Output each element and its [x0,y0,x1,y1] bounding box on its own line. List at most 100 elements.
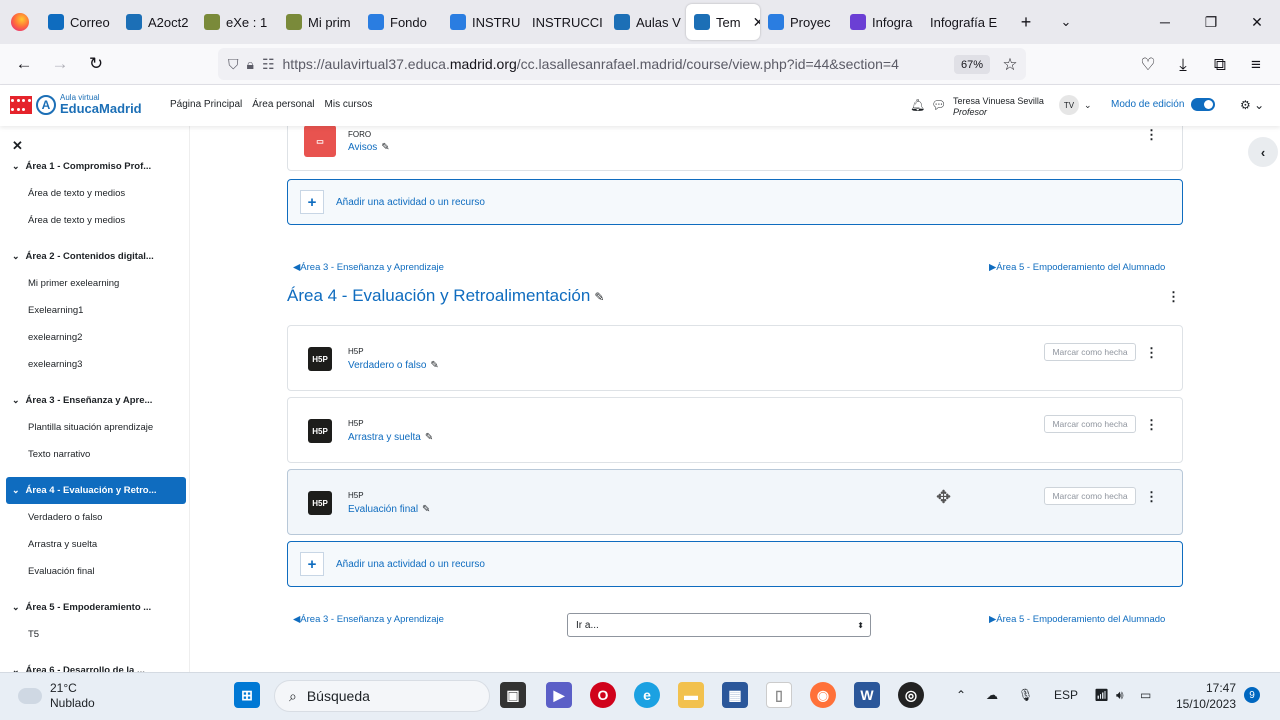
firefox-icon[interactable]: ◉ [810,682,836,708]
edit-pencil-icon[interactable]: ✎ [430,360,438,371]
sidebar-item[interactable]: Texto narrativo [0,441,189,468]
language-indicator[interactable]: ESP [1054,688,1078,702]
browser-tab[interactable]: INSTRU [442,4,524,40]
sidebar-section[interactable]: ⌄ Área 3 - Enseñanza y Apre... [0,387,189,414]
show-hidden-icons-chevron-icon[interactable]: ⌃ [956,688,966,702]
activity-link[interactable]: Evaluación final ✎ [348,504,430,515]
chevron-down-icon[interactable]: ⌄ [12,395,20,406]
battery-icon[interactable]: ▭ [1140,688,1151,702]
chevron-down-icon[interactable]: ⌄ [12,161,20,172]
teams-icon[interactable]: ▶ [546,682,572,708]
sidebar-section[interactable]: ⌄ Área 4 - Evaluación y Retro... [6,477,186,504]
reload-icon[interactable]: ↻ [78,48,114,80]
url-bar[interactable]: ⛉ 🔒︎ ☷ https://aulavirtual37.educa.madri… [218,48,1026,80]
notepad-icon[interactable]: ▯ [766,682,792,708]
sidebar-section[interactable]: ⌄ Área 6 - Desarrollo de la ... [0,657,189,672]
onedrive-cloud-icon[interactable]: ☁ [986,688,998,702]
sidebar-item[interactable]: Arrastra y suelta [0,531,189,558]
lock-icon[interactable]: 🔒︎ [247,56,254,73]
user-menu[interactable]: Teresa Vinuesa Sevilla Profesor [953,96,1044,118]
activity-menu-icon[interactable]: ⋮ [1145,417,1158,433]
extensions-icon[interactable]: ⧉ [1202,49,1238,81]
sidebar-item[interactable]: exelearning2 [0,324,189,351]
browser-tab[interactable]: Infogra [842,4,922,40]
messages-icon[interactable]: 💬︎ [931,98,946,112]
edge-icon[interactable]: e [634,682,660,708]
list-tabs-chevron-icon[interactable]: ⌄ [1046,4,1086,40]
avatar[interactable]: TV [1059,95,1079,115]
system-clock[interactable]: 17:47 15/10/2023 [1172,680,1236,712]
app-menu-icon[interactable]: ≡ [1238,49,1274,81]
chevron-down-icon[interactable]: ⌄ [12,251,20,262]
edit-pencil-icon[interactable]: ✎ [425,432,433,443]
mark-as-done-button[interactable]: Marcar como hecha [1044,343,1136,361]
add-activity-button[interactable]: + Añadir una actividad o un recurso [287,541,1183,587]
prev-section-link[interactable]: ◀Área 3 - Enseñanza y Aprendizaje [293,262,444,273]
sidebar-item[interactable]: Mi primer exelearning [0,270,189,297]
notification-badge[interactable]: 9 [1244,687,1260,703]
chevron-down-icon[interactable]: ⌄ [12,485,20,496]
sidebar-item[interactable]: Exelearning1 [0,297,189,324]
prev-section-link[interactable]: ◀Área 3 - Enseñanza y Aprendizaje [293,614,444,625]
sidebar-item[interactable]: Área de texto y medios [0,180,189,207]
educamadrid-logo[interactable]: A Aula virtual EducaMadrid [10,94,142,115]
store-icon[interactable]: ▦ [722,682,748,708]
browser-tab[interactable]: Aulas V [606,4,686,40]
close-drawer-icon[interactable]: ✕ [12,138,23,154]
file-explorer-icon[interactable]: ▬ [678,682,704,708]
browser-tab[interactable]: Mi prim [278,4,360,40]
next-section-link[interactable]: ▶Área 5 - Empoderamiento del Alumnado [989,614,1165,625]
browser-tab[interactable]: eXe : 1 [196,4,278,40]
nav-dashboard-link[interactable]: Área personal [252,99,314,110]
browser-tab[interactable]: Correo [40,4,118,40]
bookmark-star-icon[interactable]: ☆ [992,49,1028,81]
windows-start-icon[interactable]: ⊞ [234,682,260,708]
activity-link[interactable]: Arrastra y suelta ✎ [348,432,433,443]
user-menu-chevron-down-icon[interactable]: ⌄ [1084,100,1092,111]
sidebar-item[interactable]: T5 [0,621,189,648]
nav-home-link[interactable]: Página Principal [170,99,242,110]
chevron-down-icon[interactable]: ⌄ [12,665,20,672]
zoom-level-badge[interactable]: 67% [954,55,990,74]
edit-pencil-icon[interactable]: ✎ [422,504,430,515]
word-icon[interactable]: W [854,682,880,708]
sidebar-section[interactable]: ⌄ Área 1 - Compromiso Prof... [0,153,189,180]
notifications-bell-icon[interactable]: 🔔︎ [910,98,925,112]
taskbar-search[interactable]: ⌕ Búsqueda [274,680,490,712]
mark-as-done-button[interactable]: Marcar como hecha [1044,415,1136,433]
downloads-icon[interactable]: ⤓ [1165,49,1201,81]
activity-menu-icon[interactable]: ⋮ [1145,345,1158,361]
activity-link[interactable]: Verdadero o falso ✎ [348,360,439,371]
edit-section-pencil-icon[interactable]: ✎ [594,290,604,304]
volume-icon[interactable]: 🔊︎ [1116,688,1124,703]
browser-tab[interactable]: A2oct2 [118,4,196,40]
shield-icon[interactable]: ⛉ [228,56,239,73]
minimize-window-button[interactable]: ─ [1142,0,1188,44]
firefox-menu-icon[interactable] [0,0,40,44]
microphone-icon[interactable]: 🎙︎ [1018,688,1033,702]
sidebar-section[interactable]: ⌄ Área 5 - Empoderamiento ... [0,594,189,621]
sidebar-item[interactable]: Evaluación final [0,558,189,585]
browser-tab[interactable]: Tem ✕ [686,4,760,40]
sidebar-item[interactable]: Área de texto y medios [0,207,189,234]
next-section-link[interactable]: ▶Área 5 - Empoderamiento del Alumnado [989,262,1165,273]
close-window-button[interactable]: ✕ [1234,0,1280,44]
section-menu-icon[interactable]: ⋮ [1167,289,1256,305]
nav-my-courses-link[interactable]: Mis cursos [325,99,373,110]
permissions-icon[interactable]: ☷ [262,56,275,73]
pocket-icon[interactable]: ♡ [1130,49,1166,81]
sidebar-item[interactable]: Plantilla situación aprendizaje [0,414,189,441]
edit-pencil-icon[interactable]: ✎ [381,142,389,153]
forward-arrow-icon[interactable]: → [42,48,78,80]
accessibility-gear-icon[interactable]: ⚙︎ ⌄ [1240,98,1264,112]
back-arrow-icon[interactable]: ← [6,48,42,80]
obs-icon[interactable]: ◎ [898,682,924,708]
task-view-icon[interactable]: ▣ [500,682,526,708]
new-tab-button[interactable]: + [1006,4,1046,40]
restore-window-button[interactable]: ❐ [1188,0,1234,44]
close-tab-icon[interactable]: ✕ [753,14,760,31]
chevron-down-icon[interactable]: ⌄ [12,602,20,613]
jump-to-select[interactable]: Ir a... ⬍ [567,613,871,637]
edit-mode-toggle[interactable] [1191,98,1215,111]
browser-tab[interactable]: Infografía E [922,4,1006,40]
